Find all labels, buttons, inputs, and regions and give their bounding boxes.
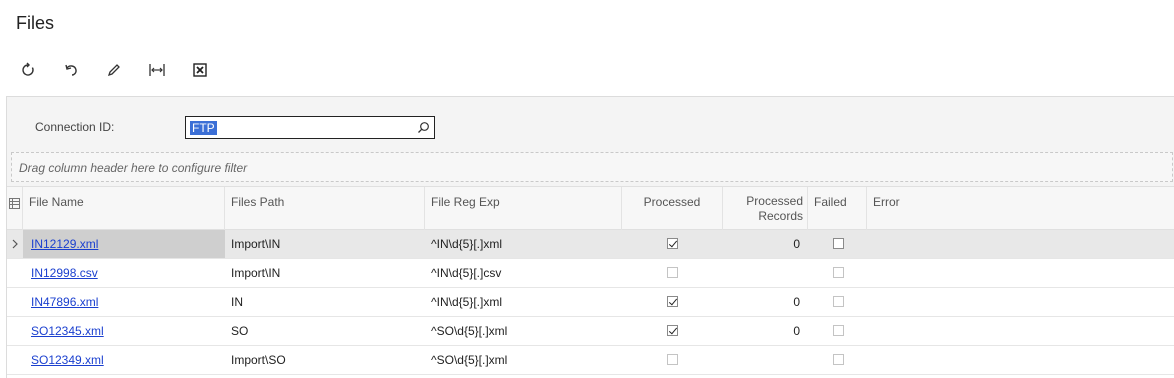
file-reg-exp-cell: ^IN\d{5}[.]xml	[431, 295, 502, 309]
processed-checkbox	[667, 354, 678, 365]
toolbar	[14, 58, 229, 82]
failed-checkbox	[833, 238, 844, 249]
pencil-icon	[107, 64, 120, 77]
file-reg-exp-cell: ^IN\d{5}[.]csv	[431, 266, 502, 280]
file-name-link[interactable]: IN12998.csv	[31, 266, 98, 280]
processed-checkbox	[667, 325, 678, 336]
failed-checkbox	[833, 325, 844, 336]
failed-checkbox	[833, 354, 844, 365]
connection-id-field[interactable]: FTP	[185, 116, 435, 139]
row-selector-header[interactable]	[7, 187, 23, 230]
error-cell	[873, 317, 1173, 345]
error-cell	[873, 346, 1173, 374]
export-excel-button[interactable]	[186, 58, 214, 82]
chevron-right-icon	[12, 239, 18, 249]
processed-records-cell: 0	[793, 324, 800, 338]
col-header-error[interactable]: Error	[867, 187, 1174, 230]
table-row[interactable]: SO12349.xml Import\SO ^SO\d{5}[.]xml	[7, 346, 1174, 375]
col-header-processed-records-line1: Processed	[746, 194, 803, 208]
file-reg-exp-cell: ^SO\d{5}[.]xml	[431, 324, 508, 338]
refresh-button[interactable]	[14, 58, 42, 82]
processed-records-cell	[723, 259, 808, 287]
fit-columns-button[interactable]	[143, 58, 171, 82]
processed-records-cell	[723, 346, 808, 374]
file-reg-exp-cell: ^IN\d{5}[.]xml	[431, 237, 502, 251]
col-header-file-name[interactable]: File Name	[23, 187, 225, 230]
file-name-link[interactable]: SO12345.xml	[31, 324, 104, 338]
file-name-link[interactable]: SO12349.xml	[31, 353, 104, 367]
filter-drop-zone[interactable]: Drag column header here to configure fil…	[11, 152, 1173, 182]
files-path-cell: IN	[231, 295, 243, 309]
col-header-processed-records-line2: Records	[758, 209, 803, 223]
error-cell	[873, 288, 1173, 316]
files-path-cell: SO	[231, 324, 249, 338]
grid-header-row: File Name Files Path File Reg Exp Proces…	[7, 186, 1174, 230]
error-cell	[873, 230, 1173, 258]
col-header-processed[interactable]: Processed	[622, 187, 723, 230]
table-row[interactable]: IN47896.xml IN ^IN\d{5}[.]xml 0	[7, 288, 1174, 317]
table-row[interactable]: IN12129.xml Import\IN ^IN\d{5}[.]xml 0	[7, 230, 1174, 259]
page-title: Files	[16, 13, 55, 33]
column-settings-icon[interactable]	[9, 198, 20, 209]
processed-records-cell: 0	[793, 295, 800, 309]
failed-checkbox	[833, 267, 844, 278]
col-header-file-reg-exp[interactable]: File Reg Exp	[425, 187, 622, 230]
file-reg-exp-cell: ^SO\d{5}[.]xml	[431, 353, 508, 367]
files-path-cell: Import\IN	[231, 266, 281, 280]
file-name-link[interactable]: IN12129.xml	[31, 237, 98, 251]
col-header-files-path[interactable]: Files Path	[225, 187, 425, 230]
undo-button[interactable]	[57, 58, 85, 82]
search-icon[interactable]	[417, 121, 430, 134]
table-row[interactable]: IN12998.csv Import\IN ^IN\d{5}[.]csv	[7, 259, 1174, 288]
filter-drop-hint: Drag column header here to configure fil…	[19, 161, 248, 175]
files-panel: Connection ID: FTP Drag column header he…	[6, 96, 1174, 378]
connection-id-value[interactable]: FTP	[190, 121, 217, 135]
undo-icon	[65, 64, 77, 76]
filter-row: Connection ID: FTP	[7, 97, 1174, 151]
fit-width-icon	[149, 64, 165, 76]
failed-checkbox	[833, 296, 844, 307]
refresh-icon	[22, 62, 34, 76]
file-name-link[interactable]: IN47896.xml	[31, 295, 98, 309]
files-path-cell: Import\IN	[231, 237, 281, 251]
processed-records-cell: 0	[793, 237, 800, 251]
files-grid: File Name Files Path File Reg Exp Proces…	[7, 186, 1174, 378]
processed-checkbox	[667, 296, 678, 307]
connection-id-label: Connection ID:	[35, 120, 115, 134]
col-header-failed[interactable]: Failed	[808, 187, 867, 230]
processed-checkbox	[667, 238, 678, 249]
edit-button[interactable]	[100, 58, 128, 82]
error-cell	[873, 259, 1173, 287]
col-header-processed-records[interactable]: Processed Records	[723, 187, 808, 230]
files-path-cell: Import\SO	[231, 353, 286, 367]
excel-icon	[193, 63, 207, 77]
table-row[interactable]: SO12345.xml SO ^SO\d{5}[.]xml 0	[7, 317, 1174, 346]
processed-checkbox	[667, 267, 678, 278]
